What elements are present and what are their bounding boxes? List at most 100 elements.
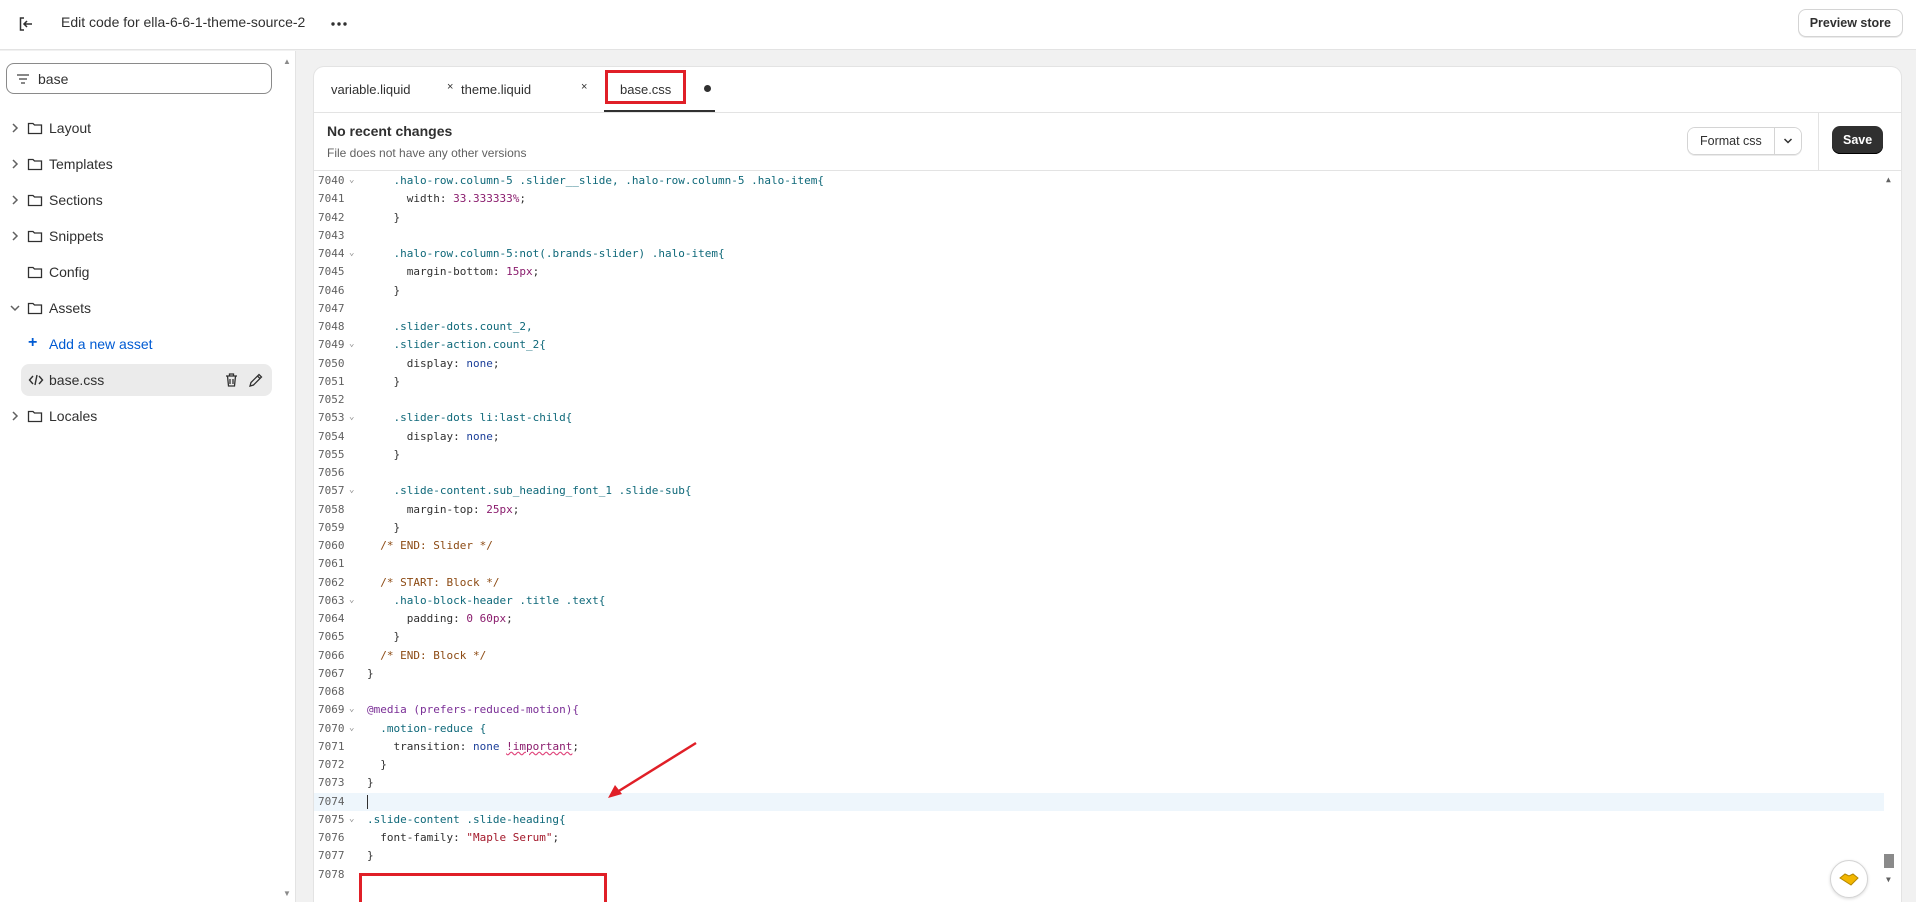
fold-chevron-icon[interactable]: ⌄ [349,595,354,605]
code-line[interactable]: 7055 } [314,446,1884,464]
fold-chevron-icon[interactable]: ⌄ [349,175,354,185]
fold-chevron-icon[interactable]: ⌄ [349,339,354,349]
code-token: /* END: Slider */ [380,539,493,552]
more-options-icon[interactable] [327,12,351,36]
code-line[interactable]: 7058 margin-top: 25px; [314,501,1884,519]
format-css-button[interactable]: Format css [1688,128,1775,154]
code-line[interactable]: 7072 } [314,756,1884,774]
file-search-input[interactable] [38,70,238,87]
folder-assets[interactable]: Assets [0,290,296,326]
code-line[interactable]: 7052 [314,391,1884,409]
code-line[interactable]: 7062 /* START: Block */ [314,574,1884,592]
code-line[interactable]: 7073} [314,774,1884,792]
code-line[interactable]: 7070 ⌄ .motion-reduce { [314,720,1884,738]
code-token: padding: [406,612,467,625]
scroll-down-arrow-icon[interactable]: ▼ [283,889,291,898]
line-number: 7053 [318,411,345,425]
trash-icon[interactable] [224,372,239,388]
code-line[interactable]: 7042 } [314,209,1884,227]
line-number: 7059 [318,520,345,534]
fold-chevron-icon[interactable]: ⌄ [349,704,354,714]
code-line[interactable]: 7063 ⌄ .halo-block-header .title .text{ [314,592,1884,610]
code-line[interactable]: 7075 ⌄ .slide-content .slide-heading{ [314,811,1884,829]
code-line[interactable]: 7076 font-family: "Maple Serum"; [314,829,1884,847]
line-number: 7058 [318,502,345,516]
code-line[interactable]: 7077} [314,847,1884,865]
chevron-right-icon [12,195,19,205]
code-token: 25px [486,502,513,516]
folder-sections[interactable]: Sections [0,182,296,218]
code-line[interactable]: 7046 } [314,282,1884,300]
file-item-base-css[interactable]: base.css [21,364,272,396]
code-token: "Maple Serum" [466,831,553,844]
code-line[interactable]: 7054 display: none; [314,428,1884,446]
format-options-button[interactable] [1774,128,1801,154]
code-line[interactable]: 7057 ⌄ .slide-content.sub_heading_font_1 … [314,482,1884,500]
scrollbar-thumb[interactable] [1884,854,1894,868]
line-number: 7075 [318,812,345,826]
code-line[interactable]: 7066 /* END: Block */ [314,647,1884,665]
code-line[interactable]: 7067} [314,665,1884,683]
close-tab-icon[interactable]: × [447,81,453,93]
help-handshake-icon[interactable] [1830,860,1868,898]
fold-chevron-icon[interactable]: ⌄ [349,814,354,824]
line-number: 7041 [318,192,345,206]
code-line[interactable]: 7071 transition: none !important; [314,738,1884,756]
line-number: 7061 [318,557,345,571]
code-text: /* END: Block */ [367,647,486,665]
chevron-right-icon [12,411,19,421]
edit-pencil-icon[interactable] [248,372,263,388]
scroll-up-arrow-icon[interactable]: ▲ [283,57,291,66]
code-token: none [466,356,493,370]
code-line[interactable]: 7048 .slider-dots.count_2, [314,318,1884,336]
fold-chevron-icon[interactable]: ⌄ [349,485,354,495]
code-token: 33.333333% [453,192,520,206]
chevron-down-icon [10,305,20,312]
folder-snippets[interactable]: Snippets [0,218,296,254]
code-line[interactable]: 7065 } [314,628,1884,646]
folder-config[interactable]: Config [0,254,296,290]
code-text: } [367,628,401,646]
folder-locales[interactable]: Locales [0,398,296,434]
code-line[interactable]: 7069 ⌄ @media (prefers-reduced-motion){ [314,701,1884,719]
code-token: .slide-content .slide-heading{ [367,812,566,826]
exit-icon[interactable] [14,12,38,36]
preview-store-button[interactable]: Preview store [1797,9,1903,37]
tab-variable-liquid[interactable]: variable.liquid × [314,67,453,113]
scroll-down-arrow-icon[interactable]: ▼ [1886,875,1891,884]
code-line[interactable]: 7064 padding: 0 60px; [314,610,1884,628]
code-line[interactable]: 7061 [314,555,1884,573]
code-line[interactable]: 7068 [314,683,1884,701]
code-line[interactable]: 7074 [314,792,1884,811]
code-line[interactable]: 7040 ⌄ .halo-row.column-5 .slider__slide,… [314,172,1884,190]
fold-chevron-icon[interactable]: ⌄ [349,723,354,733]
code-line[interactable]: 7041 width: 33.333333%; [314,190,1884,208]
file-search[interactable] [6,63,272,94]
code-line[interactable]: 7047 [314,300,1884,318]
unsaved-indicator-icon [704,85,711,92]
code-line[interactable]: 7044 ⌄ .halo-row.column-5:not(.brands-sli… [314,245,1884,263]
add-asset-link[interactable]: + Add a new asset [0,326,296,362]
code-line[interactable]: 7045 margin-bottom: 15px; [314,263,1884,281]
line-number: 7063 [318,593,345,607]
code-text: .slide-content .slide-heading{ [367,811,566,829]
close-tab-icon[interactable]: × [581,81,587,93]
scroll-up-arrow-icon[interactable]: ▲ [1886,175,1891,184]
folder-templates[interactable]: Templates [0,146,296,182]
code-token: 15px [506,265,533,279]
code-line[interactable]: 7056 [314,464,1884,482]
code-line[interactable]: 7043 [314,227,1884,245]
save-button[interactable]: Save [1832,126,1884,154]
code-line[interactable]: 7053 ⌄ .slider-dots li:last-child{ [314,409,1884,427]
code-line[interactable]: 7050 display: none; [314,355,1884,373]
fold-chevron-icon[interactable]: ⌄ [349,412,354,422]
folder-layout[interactable]: Layout [0,110,296,146]
code-line[interactable]: 7060 /* END: Slider */ [314,537,1884,555]
fold-chevron-icon[interactable]: ⌄ [349,248,354,258]
code-content[interactable]: 7040 ⌄ .halo-row.column-5 .slider__slide,… [314,172,1901,902]
code-text: @media (prefers-reduced-motion){ [367,701,579,719]
code-line[interactable]: 7059 } [314,519,1884,537]
tab-theme-liquid[interactable]: theme.liquid × [454,67,592,113]
code-line[interactable]: 7051 } [314,373,1884,391]
code-line[interactable]: 7049 ⌄ .slider-action.count_2{ [314,336,1884,354]
